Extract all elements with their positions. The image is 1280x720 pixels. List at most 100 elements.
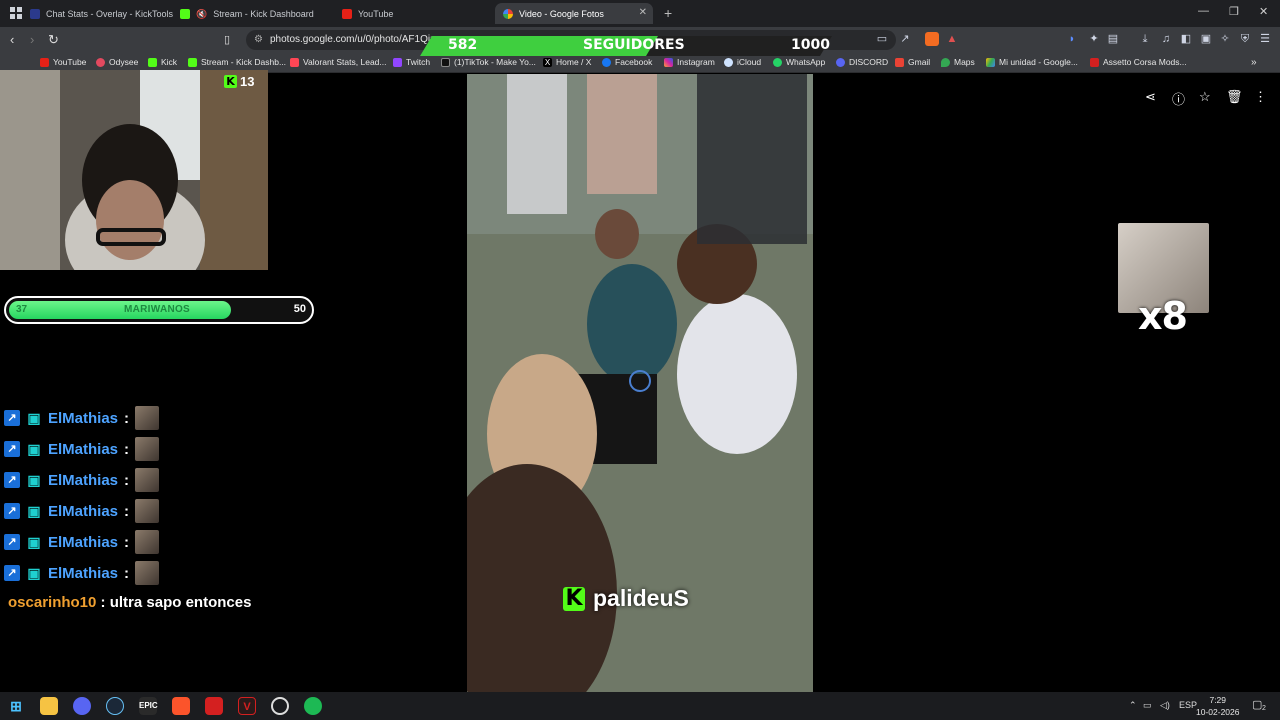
tab-kick-dashboard[interactable]: 🔇 Stream - Kick Dashboard: [172, 3, 330, 24]
spotify-icon[interactable]: [304, 697, 322, 715]
bookmark-youtube[interactable]: YouTube: [40, 57, 86, 67]
bookmark-maps[interactable]: Maps: [941, 57, 975, 67]
chat-username: ElMathias: [48, 502, 119, 520]
restore-icon[interactable]: ❐: [1229, 5, 1239, 18]
install-app-icon[interactable]: ▭: [876, 33, 888, 45]
bookmark-gmail[interactable]: Gmail: [895, 57, 930, 67]
tab-youtube[interactable]: YouTube: [334, 3, 492, 24]
obs-icon[interactable]: [271, 697, 289, 715]
chat-text: ultra sapo entonces: [109, 594, 252, 611]
start-icon[interactable]: ⊞: [7, 697, 25, 715]
brave-rewards-icon[interactable]: ▲: [946, 33, 958, 45]
close-tab-icon[interactable]: ✕: [639, 7, 647, 18]
file-explorer-icon[interactable]: [40, 697, 58, 715]
epic-games-icon[interactable]: EPIC: [139, 697, 158, 715]
chat-emote-image: [135, 437, 160, 461]
share-icon[interactable]: ⋖: [1145, 89, 1156, 105]
leo-ai-icon[interactable]: ◗: [1066, 33, 1078, 45]
menu-icon[interactable]: ☰: [1259, 33, 1271, 45]
viewer-count-value: 13: [240, 74, 255, 89]
chat-username: ElMathias: [48, 533, 119, 551]
info-icon[interactable]: ⓘ: [1172, 89, 1185, 108]
vpn-icon[interactable]: ⛨: [1239, 33, 1251, 45]
bookmark-icloud[interactable]: iCloud: [724, 57, 761, 67]
bookmark-google-drive[interactable]: Mi unidad - Google...: [986, 57, 1078, 67]
notifications-icon[interactable]: ▢: [1252, 698, 1262, 711]
subscriber-badge-icon: ↗: [4, 565, 20, 581]
site-settings-icon[interactable]: ⚙: [254, 30, 263, 50]
followers-goal-bar: 582 SEGUIDORES 1000: [420, 36, 832, 56]
mute-icon[interactable]: 🔇: [196, 9, 207, 19]
maps-icon: [941, 57, 950, 67]
share-page-icon[interactable]: ↗: [899, 33, 911, 45]
close-window-icon[interactable]: ✕: [1259, 5, 1268, 18]
downloads-icon[interactable]: ⤓: [1139, 33, 1151, 45]
tray-overflow-icon[interactable]: ⌃: [1129, 700, 1137, 711]
bookmark-facebook[interactable]: Facebook: [602, 57, 652, 67]
media-icon[interactable]: ♫: [1160, 33, 1172, 45]
bookmark-discord[interactable]: DISCORD: [836, 57, 888, 67]
followers-target: 1000: [791, 37, 830, 53]
brave-browser-icon[interactable]: [172, 697, 190, 715]
new-tab-button[interactable]: +: [664, 5, 672, 21]
youtube-icon: [342, 8, 352, 19]
bookmark-tiktok[interactable]: (1)TikTok - Make Yo...: [441, 57, 536, 67]
tab-chat-stats[interactable]: Chat Stats - Overlay - KickTools: [22, 3, 180, 24]
steam-icon[interactable]: [106, 697, 124, 715]
discord-icon: [836, 57, 845, 67]
reload-icon[interactable]: ↻: [48, 32, 59, 48]
tab-google-photos[interactable]: Video - Google Fotos ✕: [495, 3, 653, 24]
tab-label: Video - Google Fotos: [519, 8, 604, 19]
og-badge-icon: ▣: [27, 441, 41, 457]
more-options-icon[interactable]: ⋮: [1254, 89, 1267, 105]
chat-username: ElMathias: [48, 564, 119, 582]
twitch-icon: [393, 57, 402, 67]
bookmark-page-icon[interactable]: ▯: [224, 33, 230, 46]
riot-icon[interactable]: V: [238, 697, 256, 715]
bookmark-instagram[interactable]: Instagram: [664, 57, 715, 67]
tiktok-icon: [441, 57, 450, 67]
window-menu-icon[interactable]: [10, 7, 22, 19]
wallet-icon[interactable]: ▣: [1200, 33, 1212, 45]
kick-logo-icon: K: [224, 75, 237, 88]
brave-shields-icon[interactable]: [925, 32, 939, 46]
language-indicator[interactable]: ESP: [1179, 700, 1197, 710]
volume-icon[interactable]: ◁): [1160, 700, 1170, 711]
bookmark-kick-dashboard[interactable]: Stream - Kick Dashb...: [188, 57, 286, 67]
discord-icon[interactable]: [73, 697, 91, 715]
bookmark-odysee[interactable]: Odysee: [96, 57, 138, 67]
youtube-icon: [40, 57, 49, 67]
favorite-star-icon[interactable]: ☆: [1199, 89, 1211, 105]
bookmark-twitch[interactable]: Twitch: [393, 57, 430, 67]
bookmark-assetto-corsa[interactable]: Assetto Corsa Mods...: [1090, 57, 1187, 67]
subscriber-badge-icon: ↗: [4, 441, 20, 457]
tab-label: Chat Stats - Overlay - KickTools: [46, 8, 174, 19]
instagram-icon: [664, 57, 673, 67]
og-badge-icon: ▣: [27, 565, 41, 581]
subscriber-badge-icon: ↗: [4, 534, 20, 550]
bookmark-x[interactable]: X Home / X: [543, 57, 591, 67]
back-icon[interactable]: ‹: [10, 32, 14, 47]
og-badge-icon: ▣: [27, 410, 41, 426]
forward-icon[interactable]: ›: [30, 32, 34, 47]
delete-icon[interactable]: 🗑: [1226, 89, 1243, 105]
more-bookmarks-icon[interactable]: »: [1251, 57, 1257, 68]
goal-label: MARIWANOS: [124, 304, 191, 315]
leo-icon[interactable]: ✧: [1219, 33, 1231, 45]
bookmark-valorant[interactable]: Valorant Stats, Lead...: [290, 57, 386, 67]
og-badge-icon: ▣: [27, 503, 41, 519]
latest-follower-name: palideuS: [593, 585, 689, 611]
minimize-icon[interactable]: —: [1198, 5, 1209, 17]
valorant-icon[interactable]: [205, 697, 223, 715]
tab-search-icon[interactable]: ▤: [1107, 33, 1119, 45]
kick-icon: [148, 57, 157, 67]
facebook-icon: [602, 57, 611, 67]
extensions-icon[interactable]: ✦: [1088, 33, 1100, 45]
network-icon[interactable]: ▭: [1143, 700, 1152, 711]
bookmark-kick[interactable]: Kick: [148, 57, 177, 67]
chat-separator: :: [124, 533, 130, 551]
notification-count: 2: [1262, 705, 1266, 712]
sidebar-icon[interactable]: ◧: [1180, 33, 1192, 45]
bookmark-whatsapp[interactable]: WhatsApp: [773, 57, 825, 67]
clock[interactable]: 7:29 10-02-2026: [1196, 694, 1239, 718]
